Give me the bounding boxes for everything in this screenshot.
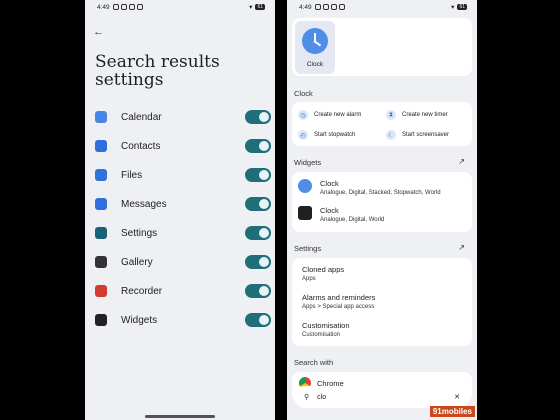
toggle-switch[interactable] xyxy=(245,197,271,211)
clock-actions-card: ◷ Create new alarm ⧗ Create new timer ◴ … xyxy=(292,102,472,146)
app-result-label: Clock xyxy=(306,61,324,68)
close-icon[interactable]: ✕ xyxy=(454,393,460,401)
settings-result-item[interactable]: Cloned apps Apps xyxy=(302,265,472,282)
settings-results-card: Cloned apps Apps Alarms and reminders Ap… xyxy=(292,258,472,346)
toggle-switch[interactable] xyxy=(245,226,271,240)
open-arrow-icon[interactable]: ↗ xyxy=(458,157,465,166)
contacts-icon xyxy=(95,140,107,152)
app-results-card: Clock xyxy=(292,18,472,76)
search-icon: ⚲ xyxy=(304,394,310,401)
setting-label: Settings xyxy=(121,227,158,239)
setting-label: Contacts xyxy=(121,140,161,152)
page-title: Search results settings xyxy=(95,52,220,90)
moon-icon: ☾ xyxy=(386,130,396,140)
files-icon xyxy=(95,169,107,181)
wifi-icon: ▾ xyxy=(451,4,455,11)
setting-row-widgets: Widgets xyxy=(95,312,271,328)
watermark-logo: 91mobiles xyxy=(429,406,475,417)
search-bar[interactable]: ⚲ clo ✕ xyxy=(294,386,470,408)
toggle-switch[interactable] xyxy=(245,313,271,327)
setting-row-contacts: Contacts xyxy=(95,138,271,154)
create-alarm-action[interactable]: ◷ Create new alarm xyxy=(298,110,361,120)
clock-section-title: Clock xyxy=(294,89,313,98)
start-stopwatch-action[interactable]: ◴ Start stopwatch xyxy=(298,130,355,140)
toggle-switch[interactable] xyxy=(245,284,271,298)
battery-icon: 61 xyxy=(255,4,265,10)
open-arrow-icon[interactable]: ↗ xyxy=(458,243,465,252)
settings-result-item[interactable]: Customisation Customisation xyxy=(302,321,472,338)
start-screensaver-action[interactable]: ☾ Start screensaver xyxy=(386,130,449,140)
wifi-icon: ▾ xyxy=(249,4,253,11)
setting-row-recorder: Recorder xyxy=(95,283,271,299)
widget-item[interactable]: Clock Analogue, Digital, Stacked, Stopwa… xyxy=(298,179,468,196)
gallery-icon xyxy=(95,256,107,268)
widgets-card: Clock Analogue, Digital, Stacked, Stopwa… xyxy=(292,172,472,232)
hourglass-icon: ⧗ xyxy=(386,110,396,120)
setting-label: Recorder xyxy=(121,285,163,297)
create-timer-action[interactable]: ⧗ Create new timer xyxy=(386,110,448,120)
setting-label: Calendar xyxy=(121,111,162,123)
digital-clock-icon xyxy=(298,206,312,220)
alarm-icon: ◷ xyxy=(298,110,308,120)
status-time: 4:49 xyxy=(97,3,110,11)
setting-label: Messages xyxy=(121,198,167,210)
status-time: 4:49 xyxy=(299,3,312,11)
recorder-icon xyxy=(95,285,107,297)
clock-app-icon xyxy=(302,28,328,54)
messages-icon xyxy=(95,198,107,210)
status-bar: 4:49 ▾ 61 xyxy=(287,0,477,14)
calendar-icon xyxy=(95,111,107,123)
app-result-clock[interactable]: Clock xyxy=(295,21,335,74)
settings-result-item[interactable]: Alarms and reminders Apps > Special app … xyxy=(302,293,472,310)
settings-icon xyxy=(95,227,107,239)
toggle-switch[interactable] xyxy=(245,139,271,153)
back-arrow-icon[interactable]: ← xyxy=(93,26,104,38)
setting-row-settings: Settings xyxy=(95,225,271,241)
widgets-section-title: Widgets xyxy=(294,158,322,167)
toggle-switch[interactable] xyxy=(245,255,271,269)
stopwatch-icon: ◴ xyxy=(298,130,308,140)
widgets-icon xyxy=(95,314,107,326)
search-settings-screen: 4:49 ▾ 61 ← Search results settings Cale… xyxy=(85,0,275,420)
setting-row-messages: Messages xyxy=(95,196,271,212)
search-results-screen: 4:49 ▾ 61 Clock Clock ◷ Create new alarm… xyxy=(287,0,477,420)
analog-clock-icon xyxy=(298,179,312,193)
setting-label: Files xyxy=(121,169,143,181)
toggle-switch[interactable] xyxy=(245,110,271,124)
notification-icons xyxy=(112,4,143,10)
search-with-title: Search with xyxy=(294,358,334,367)
settings-section-title: Settings xyxy=(294,244,322,253)
status-bar: 4:49 ▾ 61 xyxy=(85,0,275,14)
setting-row-calendar: Calendar xyxy=(95,109,271,125)
gesture-bar xyxy=(145,415,215,418)
toggle-switch[interactable] xyxy=(245,168,271,182)
setting-label: Gallery xyxy=(121,256,153,268)
search-input[interactable]: clo xyxy=(317,394,446,401)
notification-icons xyxy=(314,4,345,10)
widget-item[interactable]: Clock Analogue, Digital, World xyxy=(298,206,468,223)
setting-row-gallery: Gallery xyxy=(95,254,271,270)
setting-label: Widgets xyxy=(121,314,158,326)
battery-icon: 61 xyxy=(457,4,467,10)
setting-row-files: Files xyxy=(95,167,271,183)
